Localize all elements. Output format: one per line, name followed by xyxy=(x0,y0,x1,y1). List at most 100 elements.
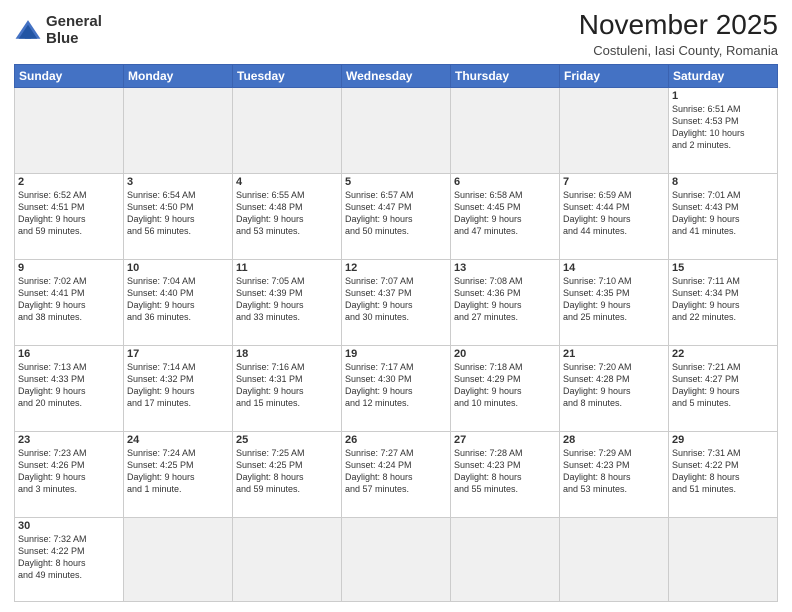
day-info: Sunrise: 7:31 AM Sunset: 4:22 PM Dayligh… xyxy=(672,447,774,496)
day-number: 12 xyxy=(345,262,447,274)
day-number: 7 xyxy=(563,176,665,188)
day-number: 2 xyxy=(18,176,120,188)
table-row: 15Sunrise: 7:11 AM Sunset: 4:34 PM Dayli… xyxy=(669,259,778,345)
table-row xyxy=(451,517,560,601)
table-row: 20Sunrise: 7:18 AM Sunset: 4:29 PM Dayli… xyxy=(451,345,560,431)
day-info: Sunrise: 7:23 AM Sunset: 4:26 PM Dayligh… xyxy=(18,447,120,496)
page: General Blue November 2025 Costuleni, Ia… xyxy=(0,0,792,612)
table-row: 13Sunrise: 7:08 AM Sunset: 4:36 PM Dayli… xyxy=(451,259,560,345)
day-info: Sunrise: 6:52 AM Sunset: 4:51 PM Dayligh… xyxy=(18,189,120,238)
table-row xyxy=(560,87,669,173)
header-tuesday: Tuesday xyxy=(233,64,342,87)
day-number: 17 xyxy=(127,348,229,360)
day-info: Sunrise: 6:58 AM Sunset: 4:45 PM Dayligh… xyxy=(454,189,556,238)
table-row: 30Sunrise: 7:32 AM Sunset: 4:22 PM Dayli… xyxy=(15,517,124,601)
table-row: 1Sunrise: 6:51 AM Sunset: 4:53 PM Daylig… xyxy=(669,87,778,173)
day-info: Sunrise: 7:25 AM Sunset: 4:25 PM Dayligh… xyxy=(236,447,338,496)
table-row: 10Sunrise: 7:04 AM Sunset: 4:40 PM Dayli… xyxy=(124,259,233,345)
calendar-week-row: 16Sunrise: 7:13 AM Sunset: 4:33 PM Dayli… xyxy=(15,345,778,431)
day-info: Sunrise: 7:28 AM Sunset: 4:23 PM Dayligh… xyxy=(454,447,556,496)
day-number: 25 xyxy=(236,434,338,446)
day-info: Sunrise: 7:04 AM Sunset: 4:40 PM Dayligh… xyxy=(127,275,229,324)
calendar-table: Sunday Monday Tuesday Wednesday Thursday… xyxy=(14,64,778,602)
table-row xyxy=(669,517,778,601)
day-info: Sunrise: 7:18 AM Sunset: 4:29 PM Dayligh… xyxy=(454,361,556,410)
day-info: Sunrise: 7:27 AM Sunset: 4:24 PM Dayligh… xyxy=(345,447,447,496)
day-info: Sunrise: 7:32 AM Sunset: 4:22 PM Dayligh… xyxy=(18,533,120,582)
day-info: Sunrise: 6:57 AM Sunset: 4:47 PM Dayligh… xyxy=(345,189,447,238)
day-number: 10 xyxy=(127,262,229,274)
table-row xyxy=(342,87,451,173)
table-row: 22Sunrise: 7:21 AM Sunset: 4:27 PM Dayli… xyxy=(669,345,778,431)
day-number: 23 xyxy=(18,434,120,446)
day-info: Sunrise: 7:02 AM Sunset: 4:41 PM Dayligh… xyxy=(18,275,120,324)
calendar-week-row: 30Sunrise: 7:32 AM Sunset: 4:22 PM Dayli… xyxy=(15,517,778,601)
day-info: Sunrise: 7:16 AM Sunset: 4:31 PM Dayligh… xyxy=(236,361,338,410)
table-row: 11Sunrise: 7:05 AM Sunset: 4:39 PM Dayli… xyxy=(233,259,342,345)
table-row xyxy=(233,87,342,173)
table-row: 6Sunrise: 6:58 AM Sunset: 4:45 PM Daylig… xyxy=(451,173,560,259)
table-row: 18Sunrise: 7:16 AM Sunset: 4:31 PM Dayli… xyxy=(233,345,342,431)
table-row: 28Sunrise: 7:29 AM Sunset: 4:23 PM Dayli… xyxy=(560,431,669,517)
day-number: 3 xyxy=(127,176,229,188)
day-number: 4 xyxy=(236,176,338,188)
day-info: Sunrise: 7:11 AM Sunset: 4:34 PM Dayligh… xyxy=(672,275,774,324)
header-friday: Friday xyxy=(560,64,669,87)
table-row: 19Sunrise: 7:17 AM Sunset: 4:30 PM Dayli… xyxy=(342,345,451,431)
logo-line2: Blue xyxy=(46,30,79,47)
header-monday: Monday xyxy=(124,64,233,87)
table-row: 25Sunrise: 7:25 AM Sunset: 4:25 PM Dayli… xyxy=(233,431,342,517)
day-number: 8 xyxy=(672,176,774,188)
table-row: 21Sunrise: 7:20 AM Sunset: 4:28 PM Dayli… xyxy=(560,345,669,431)
day-number: 16 xyxy=(18,348,120,360)
table-row: 7Sunrise: 6:59 AM Sunset: 4:44 PM Daylig… xyxy=(560,173,669,259)
table-row: 24Sunrise: 7:24 AM Sunset: 4:25 PM Dayli… xyxy=(124,431,233,517)
logo-line1: General xyxy=(46,13,102,30)
day-info: Sunrise: 7:17 AM Sunset: 4:30 PM Dayligh… xyxy=(345,361,447,410)
table-row xyxy=(560,517,669,601)
day-info: Sunrise: 7:10 AM Sunset: 4:35 PM Dayligh… xyxy=(563,275,665,324)
day-number: 5 xyxy=(345,176,447,188)
day-info: Sunrise: 7:21 AM Sunset: 4:27 PM Dayligh… xyxy=(672,361,774,410)
day-info: Sunrise: 7:29 AM Sunset: 4:23 PM Dayligh… xyxy=(563,447,665,496)
header-thursday: Thursday xyxy=(451,64,560,87)
logo-icon xyxy=(14,17,42,45)
day-info: Sunrise: 7:05 AM Sunset: 4:39 PM Dayligh… xyxy=(236,275,338,324)
location-subtitle: Costuleni, Iasi County, Romania xyxy=(579,43,778,58)
logo: General Blue xyxy=(14,14,102,47)
table-row xyxy=(124,87,233,173)
table-row: 9Sunrise: 7:02 AM Sunset: 4:41 PM Daylig… xyxy=(15,259,124,345)
day-number: 26 xyxy=(345,434,447,446)
day-info: Sunrise: 7:08 AM Sunset: 4:36 PM Dayligh… xyxy=(454,275,556,324)
table-row: 29Sunrise: 7:31 AM Sunset: 4:22 PM Dayli… xyxy=(669,431,778,517)
table-row xyxy=(124,517,233,601)
calendar-week-row: 9Sunrise: 7:02 AM Sunset: 4:41 PM Daylig… xyxy=(15,259,778,345)
day-info: Sunrise: 7:07 AM Sunset: 4:37 PM Dayligh… xyxy=(345,275,447,324)
day-number: 14 xyxy=(563,262,665,274)
table-row: 12Sunrise: 7:07 AM Sunset: 4:37 PM Dayli… xyxy=(342,259,451,345)
day-number: 29 xyxy=(672,434,774,446)
day-number: 9 xyxy=(18,262,120,274)
calendar-header-row: Sunday Monday Tuesday Wednesday Thursday… xyxy=(15,64,778,87)
table-row: 26Sunrise: 7:27 AM Sunset: 4:24 PM Dayli… xyxy=(342,431,451,517)
day-number: 15 xyxy=(672,262,774,274)
calendar-week-row: 1Sunrise: 6:51 AM Sunset: 4:53 PM Daylig… xyxy=(15,87,778,173)
header-sunday: Sunday xyxy=(15,64,124,87)
table-row: 2Sunrise: 6:52 AM Sunset: 4:51 PM Daylig… xyxy=(15,173,124,259)
table-row: 3Sunrise: 6:54 AM Sunset: 4:50 PM Daylig… xyxy=(124,173,233,259)
day-number: 18 xyxy=(236,348,338,360)
day-info: Sunrise: 7:24 AM Sunset: 4:25 PM Dayligh… xyxy=(127,447,229,496)
title-block: November 2025 Costuleni, Iasi County, Ro… xyxy=(579,10,778,58)
table-row xyxy=(233,517,342,601)
day-number: 30 xyxy=(18,520,120,532)
header-saturday: Saturday xyxy=(669,64,778,87)
calendar-week-row: 2Sunrise: 6:52 AM Sunset: 4:51 PM Daylig… xyxy=(15,173,778,259)
calendar-week-row: 23Sunrise: 7:23 AM Sunset: 4:26 PM Dayli… xyxy=(15,431,778,517)
day-number: 22 xyxy=(672,348,774,360)
day-number: 27 xyxy=(454,434,556,446)
table-row xyxy=(342,517,451,601)
day-number: 21 xyxy=(563,348,665,360)
table-row: 14Sunrise: 7:10 AM Sunset: 4:35 PM Dayli… xyxy=(560,259,669,345)
table-row: 8Sunrise: 7:01 AM Sunset: 4:43 PM Daylig… xyxy=(669,173,778,259)
day-info: Sunrise: 6:59 AM Sunset: 4:44 PM Dayligh… xyxy=(563,189,665,238)
